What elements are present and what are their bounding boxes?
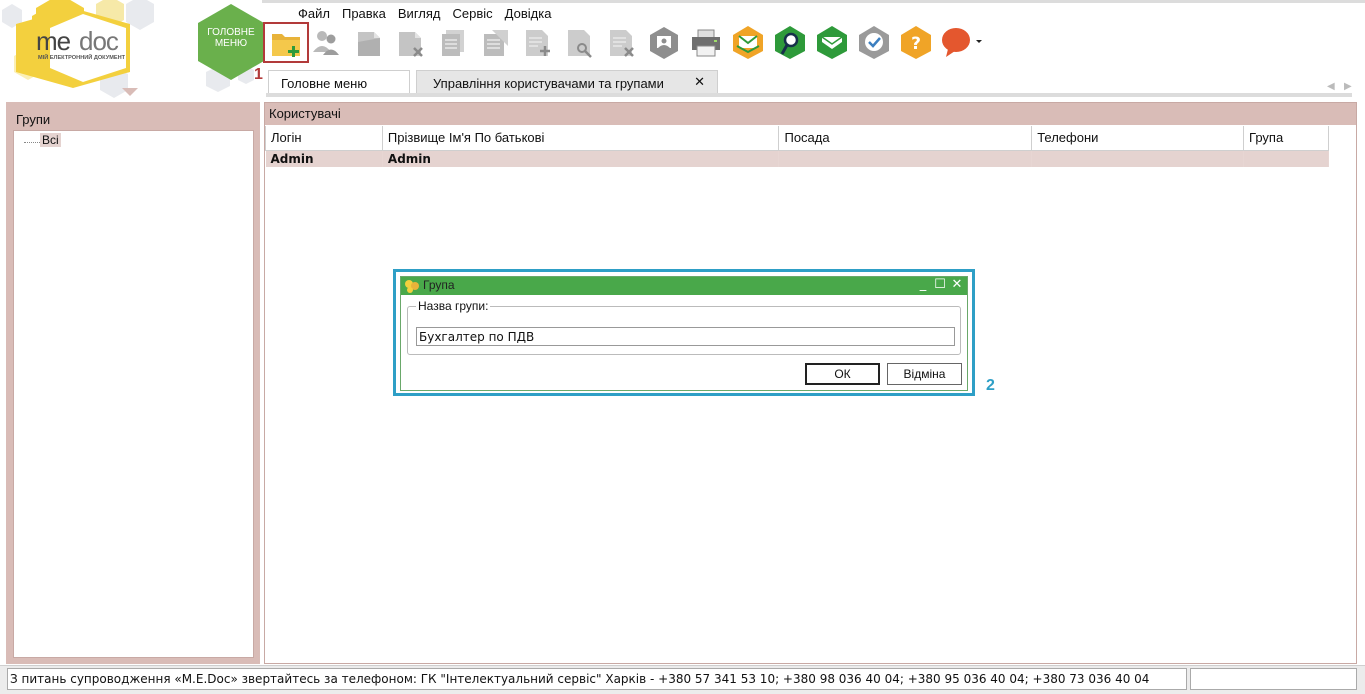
logo-text-me: me: [36, 26, 71, 56]
step-2-highlight: Група _ ☐ ✕ Назва групи: ОК Відміна: [393, 269, 975, 396]
menu-bar: Файл Правка Вигляд Сервіс Довідка: [292, 5, 557, 23]
view-photo-icon[interactable]: [647, 24, 681, 60]
support-info-text: З питань супроводження «M.E.Doc» звертай…: [7, 668, 1187, 690]
help-icon[interactable]: ?: [899, 24, 933, 60]
cell-group: [1243, 150, 1329, 167]
cell-full-name: Admin: [382, 150, 780, 167]
users-panel-title: Користувачі: [265, 103, 1356, 125]
envelope-send-icon[interactable]: [731, 24, 765, 60]
tab-scroll-left-icon[interactable]: ◀: [1327, 81, 1335, 92]
column-header-login[interactable]: Логін: [265, 126, 383, 151]
tab-home-menu[interactable]: Головне меню: [268, 70, 410, 94]
tree-item-all[interactable]: Всі: [40, 133, 61, 147]
search-green-icon[interactable]: [773, 24, 807, 60]
minimize-icon[interactable]: _: [916, 277, 930, 293]
edit-document-icon[interactable]: [478, 24, 512, 60]
group-name-fieldset: Назва групи:: [407, 299, 961, 355]
menu-service[interactable]: Сервіс: [447, 5, 499, 23]
tree-connector: [24, 142, 40, 143]
remove-document-icon[interactable]: [604, 24, 638, 60]
column-header-phones[interactable]: Телефони: [1031, 126, 1245, 151]
menu-file[interactable]: Файл: [292, 5, 336, 23]
tab-user-management[interactable]: Управління користувачами та групами ✕: [416, 70, 718, 94]
cell-phones: [1031, 150, 1245, 167]
delete-document-icon[interactable]: [393, 24, 427, 60]
group-name-label: Назва групи:: [416, 299, 491, 313]
logo-subtitle: МІЙ ЕЛЕКТРОННИЙ ДОКУМЕНТ: [38, 55, 126, 61]
check-status-icon[interactable]: [857, 24, 891, 60]
step-1-highlight: [263, 22, 309, 63]
chat-bubble-icon[interactable]: [940, 24, 986, 60]
search-document-icon[interactable]: [562, 24, 596, 60]
group-dialog: Група _ ☐ ✕ Назва групи: ОК Відміна: [400, 276, 968, 391]
groups-tree: Всі: [13, 130, 254, 658]
ok-button[interactable]: ОК: [805, 363, 880, 385]
maximize-icon[interactable]: ☐: [933, 277, 947, 293]
group-name-input[interactable]: [416, 327, 955, 346]
tab-user-management-label: Управління користувачами та групами: [433, 76, 664, 91]
tab-close-icon[interactable]: ✕: [694, 74, 705, 90]
users-table: Логін Прізвище Ім'я По батькові Посада Т…: [265, 126, 1329, 167]
open-document-icon[interactable]: [352, 24, 386, 60]
printer-icon[interactable]: [689, 24, 723, 60]
menu-view[interactable]: Вигляд: [392, 5, 447, 23]
medoc-logo: [16, 8, 130, 88]
table-row[interactable]: Admin Admin: [265, 150, 1329, 167]
status-bar-extra-panel: [1190, 668, 1357, 690]
tab-strip-border: [266, 93, 1352, 97]
group-users-icon: [405, 280, 419, 293]
status-bar: З питань супроводження «M.E.Doc» звертай…: [0, 665, 1365, 694]
step-1-label: 1: [254, 66, 263, 83]
column-header-position[interactable]: Посада: [778, 126, 1033, 151]
column-header-group[interactable]: Група: [1243, 126, 1329, 151]
step-2-label: 2: [986, 377, 995, 394]
logo-text-doc: doc: [79, 26, 119, 56]
svg-text:?: ?: [911, 34, 921, 54]
envelope-receive-icon[interactable]: [815, 24, 849, 60]
cell-position: [778, 150, 1033, 167]
dialog-titlebar[interactable]: Група _ ☐ ✕: [401, 277, 967, 295]
menu-edit[interactable]: Правка: [336, 5, 392, 23]
groups-panel: Групи Всі: [6, 102, 260, 664]
groups-panel-title: Групи: [16, 112, 51, 127]
column-header-full-name[interactable]: Прізвище Ім'я По батькові: [381, 126, 780, 151]
tab-scroll-right-icon[interactable]: ▶: [1344, 81, 1352, 92]
add-document-icon[interactable]: [520, 24, 554, 60]
close-icon[interactable]: ✕: [950, 277, 964, 293]
cancel-button[interactable]: Відміна: [887, 363, 962, 385]
top-border: [262, 0, 1365, 3]
dialog-title: Група: [423, 278, 455, 292]
home-menu-label[interactable]: ГОЛОВНЕ МЕНЮ: [198, 27, 264, 49]
cell-login: Admin: [265, 150, 383, 167]
menu-help[interactable]: Довідка: [499, 5, 558, 23]
users-properties-icon[interactable]: [310, 24, 344, 60]
copy-documents-icon[interactable]: [436, 24, 470, 60]
